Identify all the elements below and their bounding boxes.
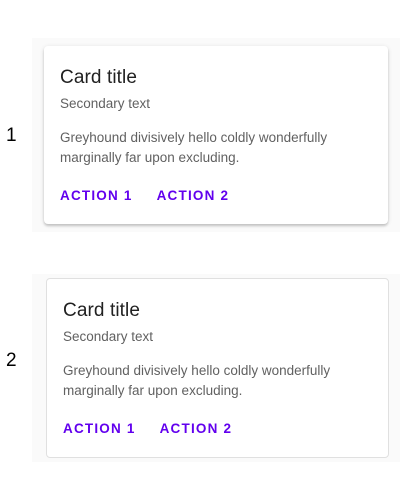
card-subtitle: Secondary text xyxy=(63,329,154,344)
card-subtitle: Secondary text xyxy=(60,96,151,111)
action-2-button[interactable]: ACTION 2 xyxy=(157,184,230,208)
action-1-button[interactable]: ACTION 1 xyxy=(60,184,133,208)
card-panel-2: Card title Secondary text Greyhound divi… xyxy=(32,274,400,462)
row-label-2: 2 xyxy=(6,350,17,371)
action-1-button[interactable]: ACTION 1 xyxy=(63,417,136,441)
card-title: Card title xyxy=(60,67,138,88)
card-actions: ACTION 1 ACTION 2 xyxy=(63,417,372,441)
action-2-button[interactable]: ACTION 2 xyxy=(160,417,233,441)
card-body-text: Greyhound divisively hello coldly wonder… xyxy=(63,363,331,398)
elevated-card: Card title Secondary text Greyhound divi… xyxy=(44,46,388,224)
demo-stage: 1 Card title Secondary text Greyhound di… xyxy=(0,0,400,500)
card-panel-1: Card title Secondary text Greyhound divi… xyxy=(32,38,400,232)
card-title: Card title xyxy=(63,300,141,321)
outlined-card: Card title Secondary text Greyhound divi… xyxy=(46,278,389,458)
row-label-1: 1 xyxy=(6,125,17,146)
card-actions: ACTION 1 ACTION 2 xyxy=(60,184,372,208)
card-body-text: Greyhound divisively hello coldly wonder… xyxy=(60,130,328,165)
